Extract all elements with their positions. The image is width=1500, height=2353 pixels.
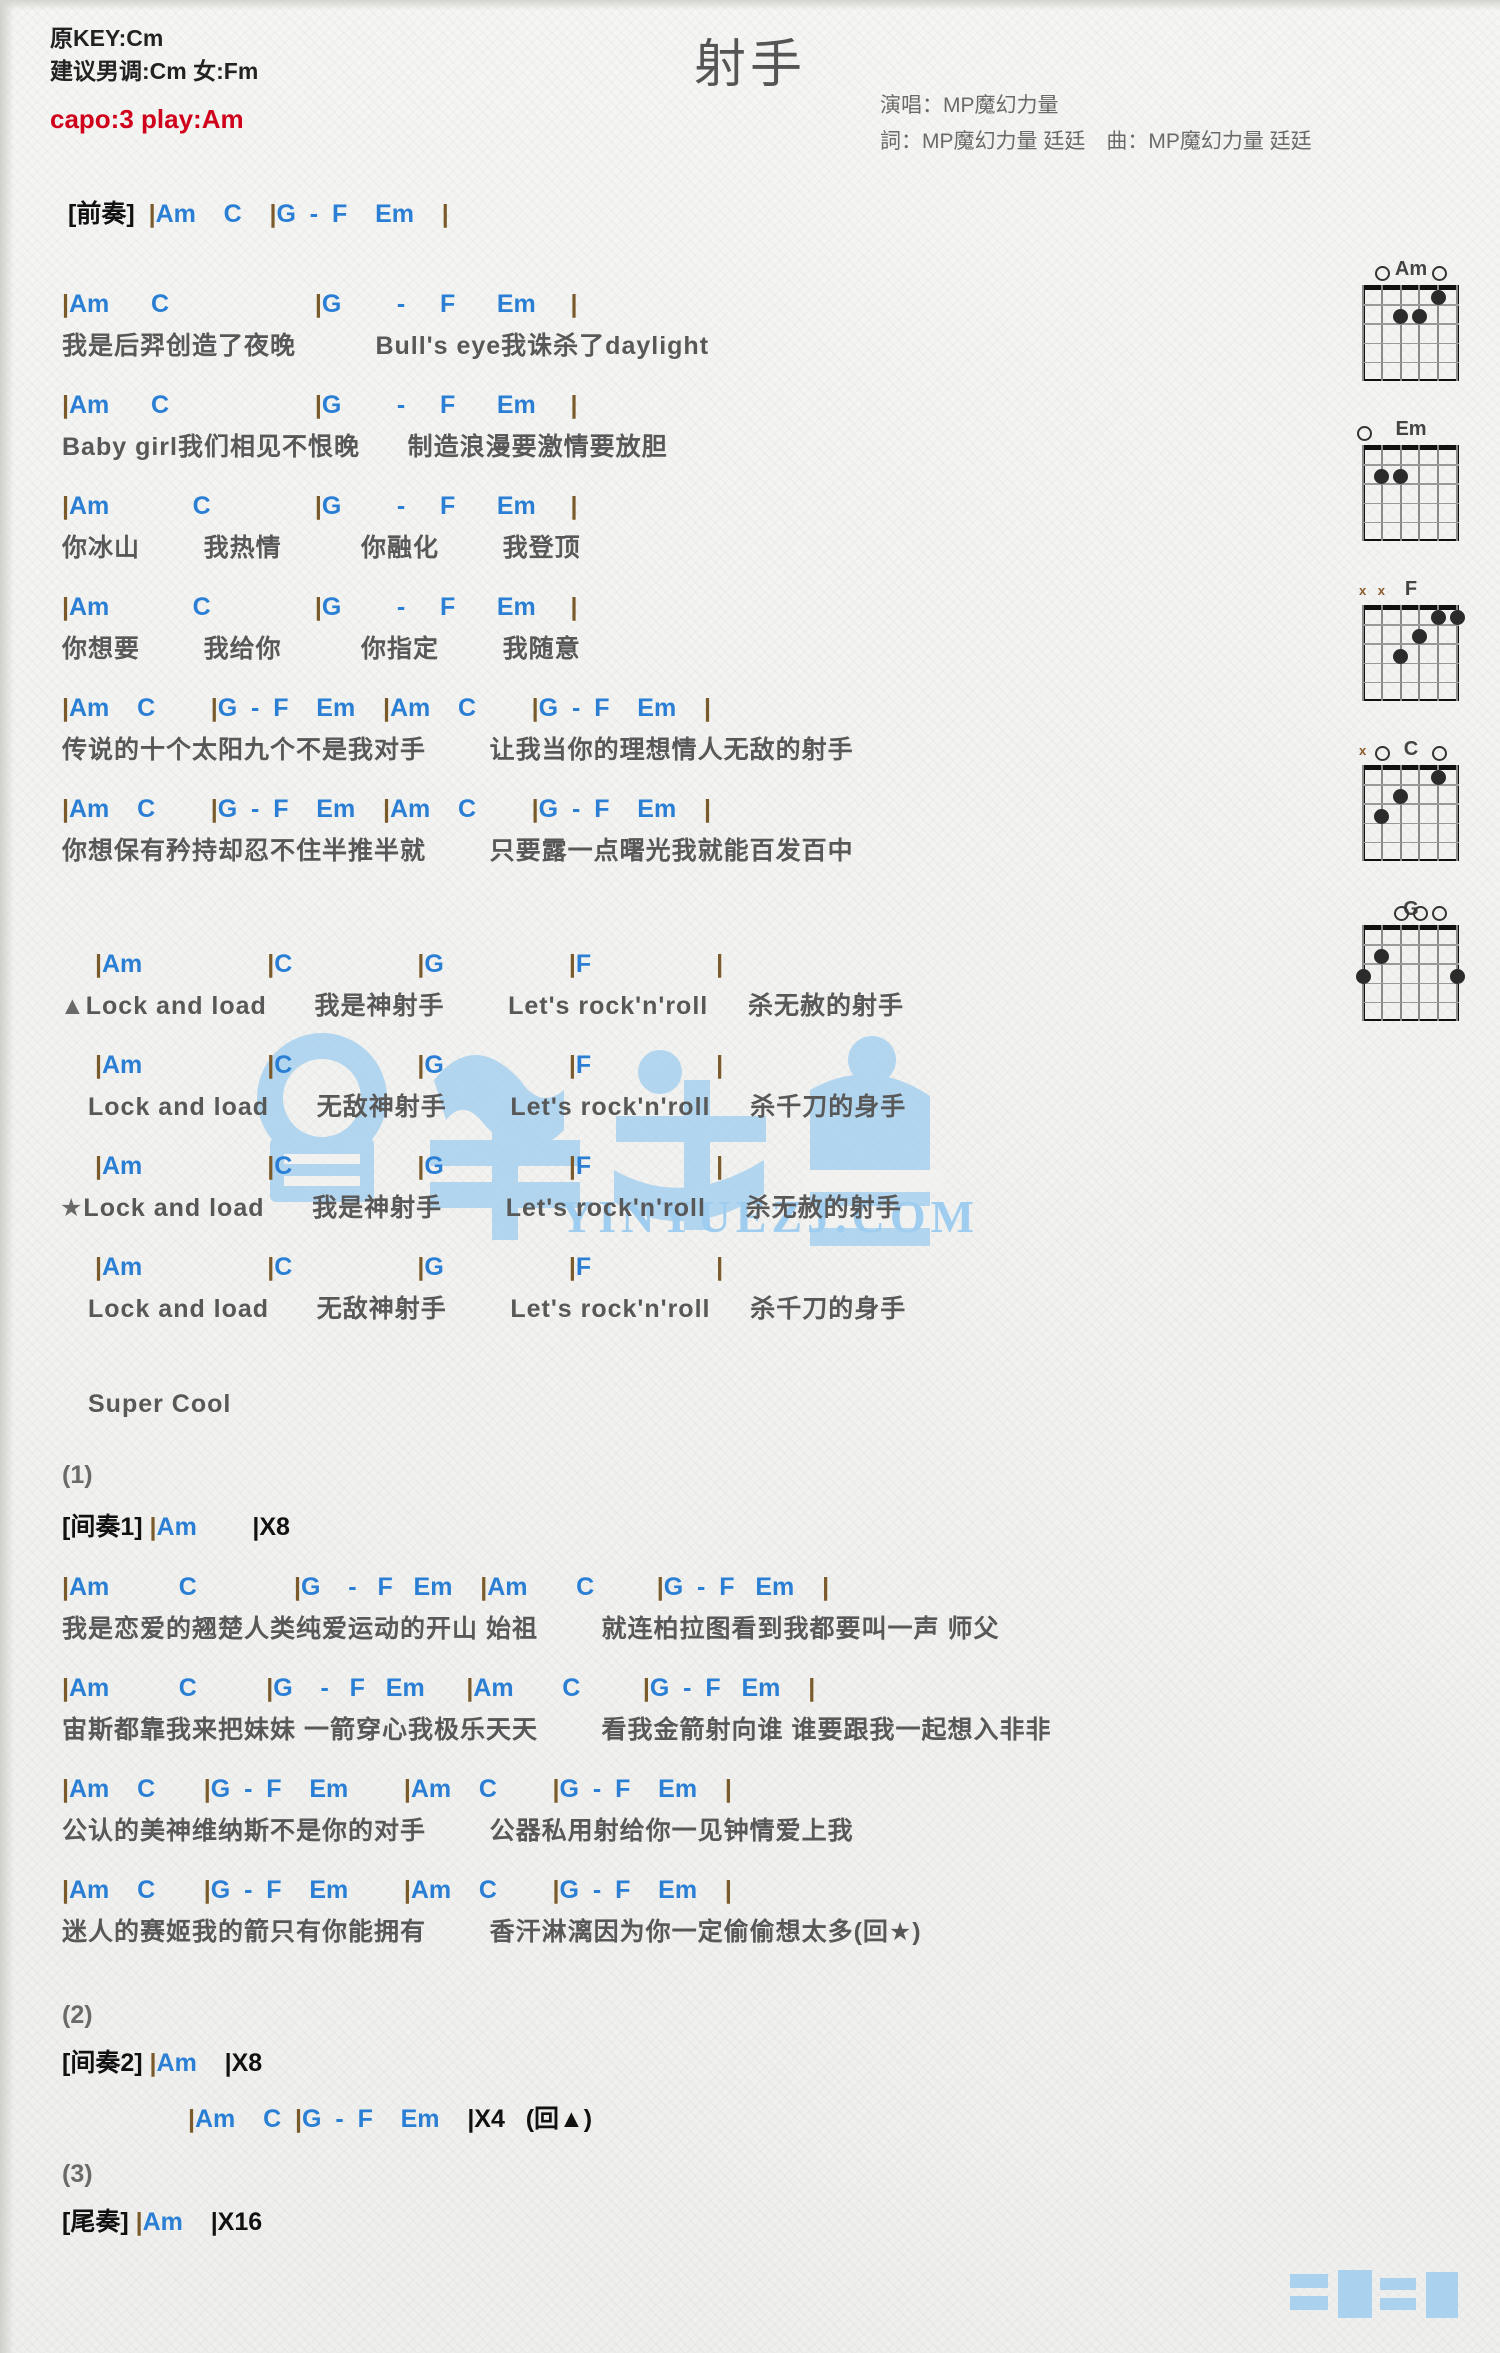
outro-line: [尾奏] |Am |X16	[62, 2208, 263, 2236]
interlude1-line: [间奏1] |Am |X8	[62, 1513, 290, 1541]
verse1-chords-3: |Am C |G - F Em |	[62, 593, 578, 621]
chorus-chords-2: |Am |C |G |F |	[94, 1152, 724, 1180]
finger-dot	[1393, 648, 1409, 664]
verse2-chords-3: |Am C |G - F Em |Am C |G - F Em |	[62, 1876, 732, 1904]
verse1-chords-5: |Am C |G - F Em |Am C |G - F Em |	[62, 795, 711, 823]
open-string-marker	[1431, 746, 1447, 761]
open-string-marker	[1394, 906, 1410, 921]
finger-dot	[1430, 290, 1446, 306]
page-edge-top	[0, 0, 1500, 10]
capo-info: capo:3 play:Am	[50, 104, 244, 134]
verse2-lyric-2: 公认的美神维纳斯不是你的对手 公器私用射给你一见钟情爱上我	[62, 1817, 854, 1845]
verse2-lyric-3: 迷人的赛姬我的箭只有你能拥有 香汗淋漓因为你一定偷偷想太多(回★)	[62, 1918, 922, 1946]
chorus-chords-0: |Am |C |G |F |	[94, 950, 724, 978]
chorus-lyric-2: ★Lock and load 我是神射手 Let's rock'n'roll 杀…	[60, 1194, 902, 1222]
song-title: 射手	[693, 36, 806, 94]
finger-dot	[1430, 770, 1446, 786]
fretboard-grid: x	[1359, 743, 1459, 861]
credits-block: 演唱：MP魔幻力量 詞：MP魔幻力量 廷廷 曲：MP魔幻力量 廷廷	[880, 88, 1312, 160]
verse2-lyric-1: 宙斯都靠我来把妹妹 一箭穿心我极乐天天 看我金箭射向谁 谁要跟我一起想入非非	[62, 1716, 1052, 1744]
chorus-lyric-0: ▲Lock and load 我是神射手 Let's rock'n'roll 杀…	[60, 992, 904, 1020]
chord-diagram-em: Em	[1336, 418, 1486, 550]
interlude2-number: (2)	[62, 2001, 93, 2029]
interlude1-number: (1)	[62, 1461, 93, 1489]
chord-diagram-column: Am Em Fx x Cx G	[1336, 258, 1486, 1058]
corner-watermark	[1286, 2268, 1462, 2331]
finger-dot	[1374, 808, 1390, 824]
verse1-chords-1: |Am C |G - F Em |	[62, 391, 578, 419]
chorus-tail: Super Cool	[88, 1390, 232, 1418]
verse1-lyric-2: 你冰山 我热情 你融化 我登顶	[62, 534, 581, 562]
fretboard-grid	[1355, 906, 1465, 1021]
fretboard-grid: xx	[1359, 583, 1465, 701]
writer-credit: 詞：MP魔幻力量 廷廷 曲：MP魔幻力量 廷廷	[880, 130, 1312, 153]
outro-number: (3)	[62, 2160, 93, 2188]
verse2-chords-2: |Am C |G - F Em |Am C |G - F Em |	[62, 1775, 732, 1803]
verse1-chords-4: |Am C |G - F Em |Am C |G - F Em |	[62, 694, 711, 722]
verse2-chords-1: |Am C |G - F Em |Am C |G - F Em |	[62, 1674, 816, 1702]
verse1-lyric-4: 传说的十个太阳九个不是我对手 让我当你的理想情人无敌的射手	[62, 736, 854, 764]
verse1-chords-0: |Am C |G - F Em |	[62, 290, 578, 318]
chord-diagram-label: G	[1403, 898, 1419, 920]
open-string-marker	[1412, 906, 1428, 921]
muted-string-marker: x	[1377, 583, 1386, 598]
open-string-marker	[1431, 266, 1447, 281]
singer-credit: 演唱：MP魔幻力量	[880, 94, 1059, 117]
fretboard-grid	[1356, 426, 1459, 541]
finger-dot	[1449, 610, 1465, 626]
chord-diagram-am: Am	[1336, 258, 1486, 390]
verse1-lyric-0: 我是后羿创造了夜晚 Bull's eye我诛杀了daylight	[62, 332, 710, 360]
interlude2-repeat-line: |Am C |G - F Em |X4 (回▲)	[188, 2105, 593, 2133]
page-edge-left	[0, 0, 14, 2353]
chord-diagram-f: Fxx	[1336, 578, 1486, 710]
verse1-lyric-3: 你想要 我给你 你指定 我随意	[62, 635, 581, 663]
open-string-marker	[1356, 426, 1372, 441]
corner-watermark-logo	[1290, 2270, 1458, 2318]
verse1-lyric-1: Baby girl我们相见不恨晚 制造浪漫要激情要放胆	[62, 433, 668, 461]
finger-dot	[1449, 968, 1465, 984]
chorus-lyric-1: Lock and load 无敌神射手 Let's rock'n'roll 杀千…	[88, 1093, 907, 1121]
chorus-chords-1: |Am |C |G |F |	[94, 1051, 724, 1079]
interlude2-line: [间奏2] |Am |X8	[62, 2049, 263, 2077]
muted-string-marker: x	[1359, 743, 1367, 758]
fretboard-grid	[1362, 266, 1459, 381]
chord-diagram-label: Am	[1394, 258, 1428, 280]
chorus-lyric-3: Lock and load 无敌神射手 Let's rock'n'roll 杀千…	[88, 1295, 907, 1323]
verse1-chords-2: |Am C |G - F Em |	[62, 492, 578, 520]
intro-line: [前奏] |Am C |G - F Em |	[68, 200, 449, 228]
verse2-lyric-0: 我是恋爱的翘楚人类纯爱运动的开山 始祖 就连柏拉图看到我都要叫一声 师父	[62, 1615, 1000, 1643]
finger-dot	[1355, 968, 1371, 984]
chord-diagram-g: G	[1336, 898, 1486, 1030]
open-string-marker	[1431, 906, 1447, 921]
chorus-chords-3: |Am |C |G |F |	[94, 1253, 724, 1281]
muted-string-marker: x	[1359, 583, 1367, 598]
finger-dot	[1430, 610, 1446, 626]
verse1-lyric-5: 你想保有矜持却忍不住半推半就 只要露一点曙光我就能百发百中	[62, 837, 854, 865]
chord-diagram-c: Cx	[1336, 738, 1486, 870]
verse2-chords-0: |Am C |G - F Em |Am C |G - F Em |	[62, 1573, 830, 1601]
